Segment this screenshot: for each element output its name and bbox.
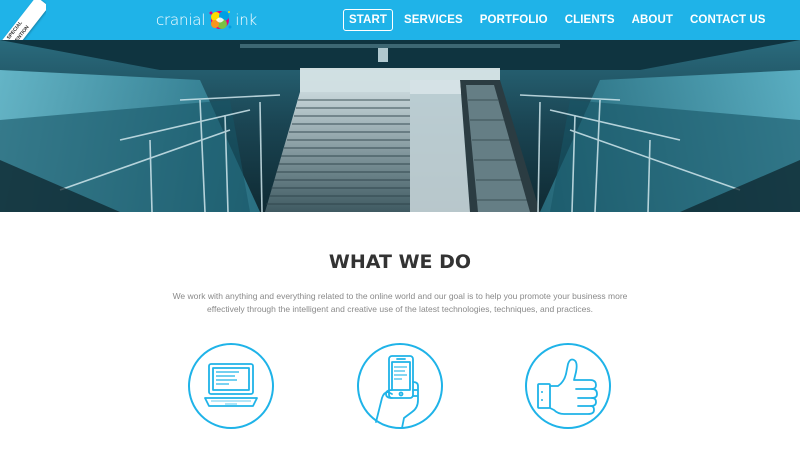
- hero-image: [0, 40, 800, 212]
- ink-splash-logo-icon: [209, 11, 232, 29]
- nav-clients[interactable]: CLIENTS: [559, 9, 621, 31]
- nav-about[interactable]: ABOUT: [626, 9, 679, 31]
- main-nav: START SERVICES PORTFOLIO CLIENTS ABOUT C…: [343, 9, 777, 31]
- section-title: WHAT WE DO: [328, 251, 472, 273]
- smartphone-hand-icon: [357, 343, 443, 429]
- logo[interactable]: cranial ink: [156, 6, 257, 34]
- thumbs-up-icon: [525, 343, 611, 429]
- nav-contact-us[interactable]: CONTACT US: [684, 9, 772, 31]
- logo-text-left: cranial: [156, 11, 206, 29]
- logo-text-right: ink: [235, 11, 258, 29]
- section-description: We work with anything and everything rel…: [172, 291, 628, 314]
- nav-portfolio[interactable]: PORTFOLIO: [474, 9, 554, 31]
- site-header: cranial ink START SERVICES PORTFOLIO CLI…: [0, 0, 800, 40]
- laptop-icon: [188, 343, 274, 429]
- nav-start[interactable]: START: [343, 9, 393, 31]
- nav-services[interactable]: SERVICES: [398, 9, 469, 31]
- staircase-photo-icon: [0, 40, 800, 212]
